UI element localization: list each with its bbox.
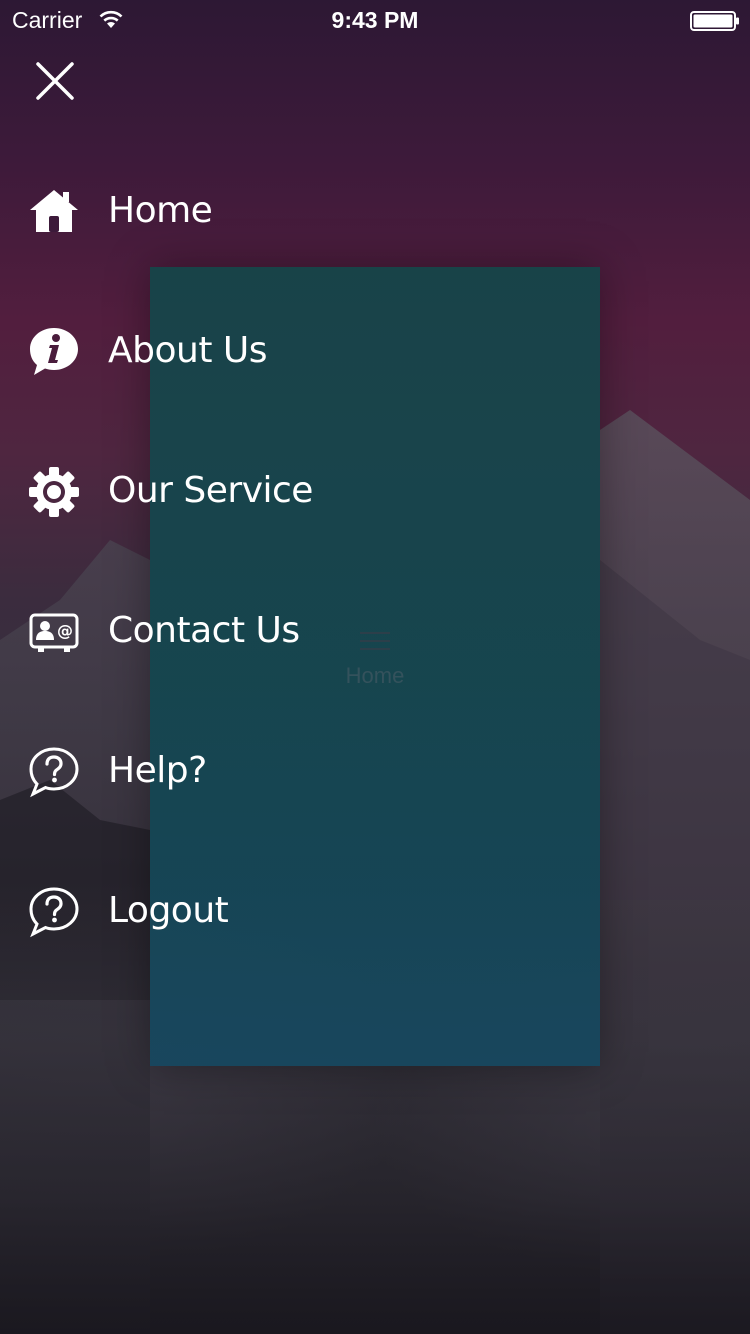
menu-item-label: Contact Us xyxy=(108,610,300,651)
menu-item-label: Logout xyxy=(108,890,229,931)
menu-item-label: Home xyxy=(108,190,213,231)
menu-item-help[interactable]: Help? xyxy=(0,700,420,840)
logout-icon xyxy=(29,887,79,938)
svg-text:@: @ xyxy=(57,621,73,640)
info-icon xyxy=(30,328,78,375)
battery-full-icon xyxy=(690,11,739,31)
menu-item-about-us[interactable]: About Us xyxy=(0,280,420,420)
menu-item-label: Our Service xyxy=(108,470,313,511)
gear-icon xyxy=(29,467,79,517)
side-menu-screen: Home Carrier 9:43 PM Home About Us Our S… xyxy=(0,0,750,1334)
menu-item-home[interactable]: Home xyxy=(0,140,420,280)
status-bar: Carrier 9:43 PM xyxy=(0,0,750,40)
menu-item-label: About Us xyxy=(108,330,267,371)
menu-item-label: Help? xyxy=(108,750,207,791)
home-icon xyxy=(30,190,78,232)
close-icon xyxy=(36,62,74,100)
help-bubble-icon xyxy=(29,747,79,798)
status-time: 9:43 PM xyxy=(331,7,419,33)
contact-card-icon: @ xyxy=(29,613,79,652)
close-button[interactable] xyxy=(30,56,80,106)
menu-item-contact-us[interactable]: @ Contact Us xyxy=(0,560,420,700)
menu-item-logout[interactable]: Logout xyxy=(0,840,420,980)
menu-item-our-service[interactable]: Our Service xyxy=(0,420,420,560)
